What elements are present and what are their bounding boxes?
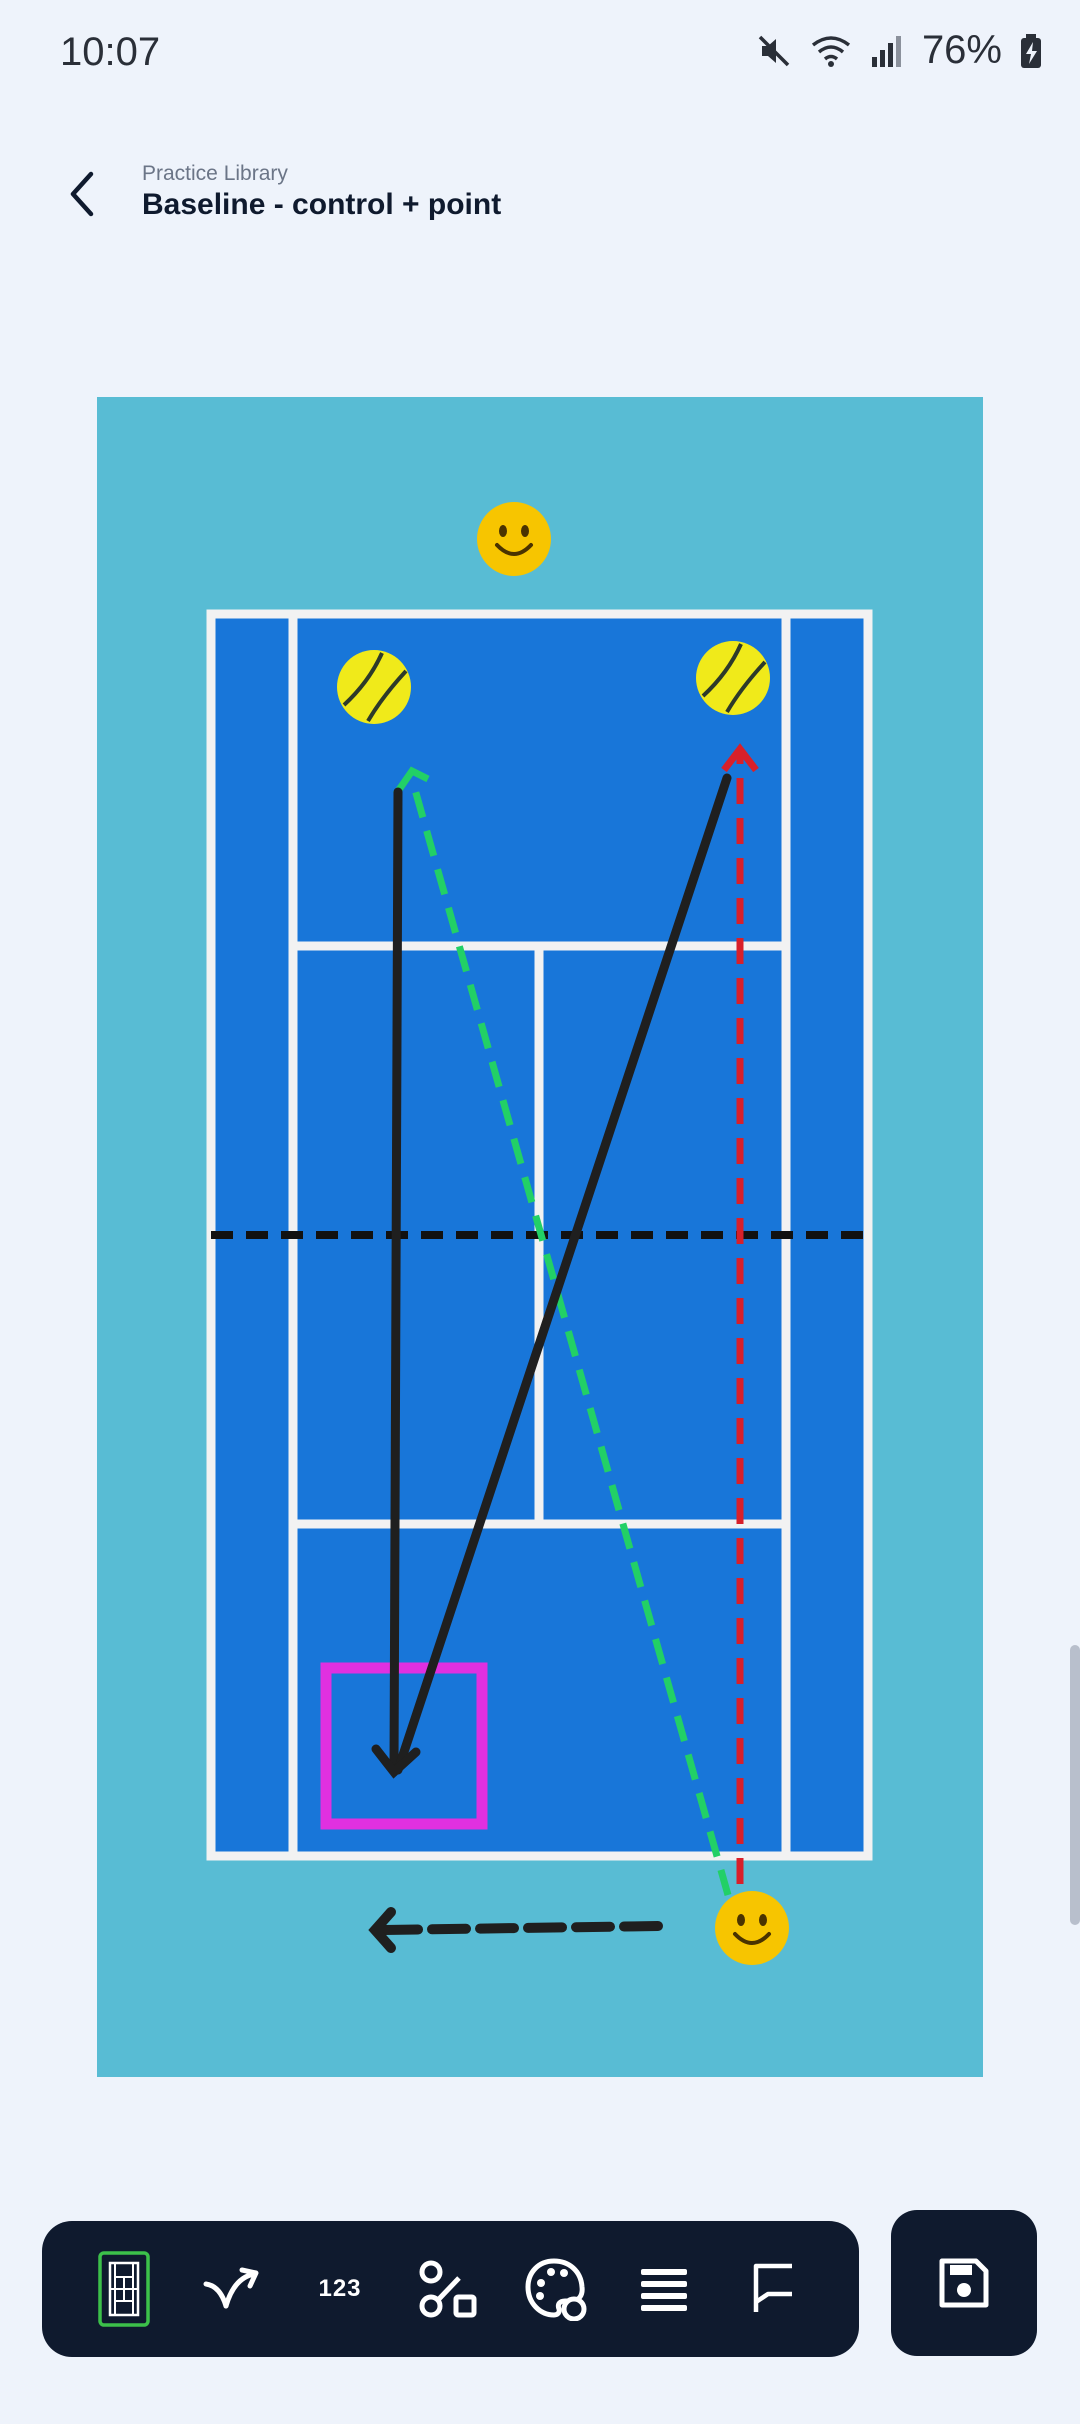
path-tool[interactable] (178, 2239, 286, 2339)
comment-tool[interactable] (718, 2239, 826, 2339)
curved-arrow-icon (203, 2267, 259, 2309)
connector-icon (419, 2260, 477, 2318)
scroll-handle[interactable] (1070, 1645, 1080, 1925)
breadcrumb: Practice Library (142, 162, 288, 185)
mute-icon (758, 35, 790, 66)
court-tool[interactable] (70, 2239, 178, 2339)
path-black-straight[interactable] (389, 787, 403, 1772)
drawing-toolbar: 123 (42, 2221, 859, 2357)
chevron-left-icon (70, 171, 94, 217)
save-button[interactable] (891, 2210, 1037, 2356)
page-title: Baseline - control + point (142, 188, 502, 221)
court-svg[interactable] (97, 397, 983, 2077)
court-canvas[interactable] (97, 397, 983, 2077)
status-time: 10:07 (60, 30, 161, 74)
status-icons: 76% (756, 28, 1042, 73)
player-bottom[interactable] (713, 1889, 791, 1967)
player-top[interactable] (475, 500, 553, 578)
number-tool-label: 123 (318, 2275, 362, 2302)
status-bar: 10:07 76% (0, 0, 1080, 110)
save-icon (939, 2258, 989, 2308)
battery-percent: 76% (921, 28, 1002, 72)
connect-shape-tool[interactable] (394, 2239, 502, 2339)
ball-right[interactable] (694, 639, 772, 717)
palette-icon (525, 2258, 587, 2321)
color-tool[interactable] (502, 2239, 610, 2339)
back-button[interactable] (52, 164, 112, 224)
header: Practice Library Baseline - control + po… (0, 150, 1080, 240)
court-icon (98, 2251, 150, 2327)
layers-tool[interactable] (610, 2239, 718, 2339)
wifi-icon (811, 35, 851, 67)
comment-icon (753, 2263, 792, 2312)
battery-charging-icon (1021, 33, 1041, 68)
menu-lines-icon (641, 2269, 687, 2311)
ball-left[interactable] (335, 648, 413, 726)
signal-icon (871, 35, 901, 67)
number-tool[interactable]: 123 (286, 2239, 394, 2339)
